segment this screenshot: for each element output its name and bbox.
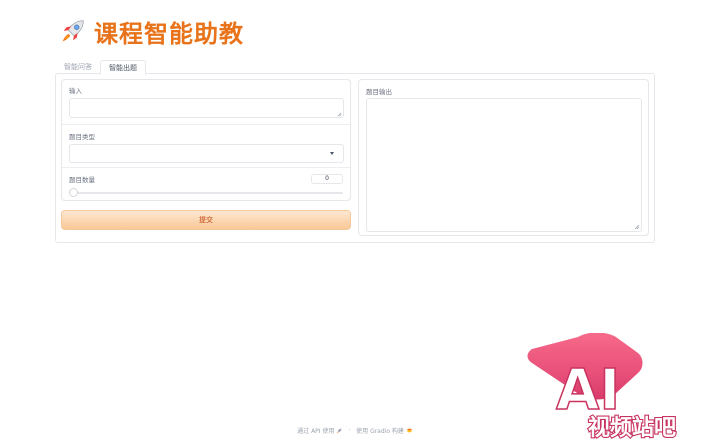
question-count-label: 题目数量: [69, 176, 95, 184]
input-label: 输入: [69, 87, 82, 95]
title-text: 课程智能助教: [94, 19, 244, 48]
input-textbox[interactable]: [69, 98, 344, 118]
watermark-site-text: 视频站吧: [588, 415, 676, 439]
submit-button[interactable]: 提交: [61, 210, 351, 230]
input-block: 输入: [62, 80, 350, 124]
page-title: 课程智能助教: [58, 14, 244, 48]
question-count-slider-thumb[interactable]: [69, 188, 78, 197]
gradio-logo-icon: [406, 428, 413, 433]
output-group: 题目输出: [358, 79, 649, 236]
watermark-ai-text: AI: [556, 358, 620, 423]
api-link[interactable]: 通过 API 使用: [297, 428, 334, 435]
question-type-dropdown[interactable]: [69, 144, 344, 163]
resize-grip-icon[interactable]: [634, 224, 640, 230]
footer-separator: ·: [348, 427, 351, 434]
question-count-number-input[interactable]: 0: [311, 174, 343, 184]
rocket-icon: [336, 428, 342, 433]
question-count-block: 题目数量 0: [62, 167, 350, 202]
gradio-link[interactable]: 使用 Gradio 构建: [356, 428, 404, 435]
input-group: 输入 题目类型 题目数量 0: [61, 79, 351, 201]
tab-question-generation[interactable]: 智能出题: [100, 60, 146, 75]
output-textbox[interactable]: [366, 98, 642, 232]
rocket-icon: [62, 20, 84, 42]
question-type-label: 题目类型: [69, 133, 95, 141]
resize-grip-icon[interactable]: [337, 112, 342, 117]
watermark-logo: AI 视频站吧: [518, 332, 688, 442]
output-label: 题目输出: [366, 88, 392, 96]
caret-down-icon: [330, 152, 334, 155]
question-count-slider-track[interactable]: [70, 192, 343, 194]
question-type-block: 题目类型: [62, 124, 350, 167]
